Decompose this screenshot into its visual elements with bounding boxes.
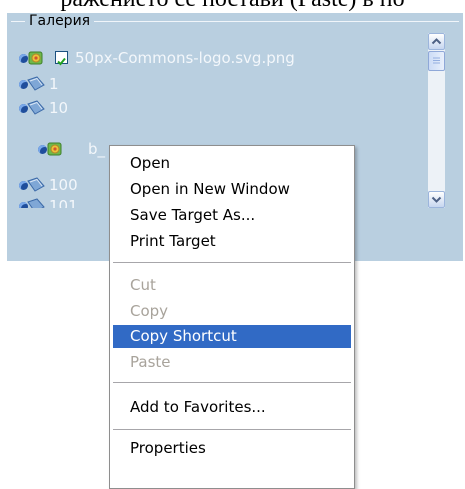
menu-item-add-to-favorites[interactable]: Add to Favorites... [113, 396, 351, 419]
menu-item-open-new-window[interactable]: Open in New Window [113, 178, 351, 201]
gallery-item[interactable]: 101 [19, 196, 109, 208]
chevron-down-icon [431, 196, 442, 203]
menu-item-copy-shortcut[interactable]: Copy Shortcut [113, 325, 351, 348]
gallery-item[interactable]: 10 [19, 98, 119, 120]
context-menu: Open Open in New Window Save Target As..… [109, 145, 355, 489]
gallery-item-label: 100 [49, 176, 78, 194]
scroll-thumb[interactable] [428, 51, 445, 71]
menu-separator [113, 262, 351, 263]
gallery-item-label: 10 [49, 99, 69, 117]
image-file-icon [47, 142, 62, 156]
gallery-item-label: b_ [88, 140, 106, 158]
menu-separator [113, 382, 351, 383]
menu-separator [113, 429, 351, 430]
folder-file-icon [27, 100, 45, 115]
menu-item-print-target[interactable]: Print Target [113, 230, 351, 253]
menu-item-open[interactable]: Open [113, 152, 351, 175]
gallery-item-label: 101 [49, 197, 78, 208]
checkmark-icon [57, 57, 66, 66]
gallery-item-label: 1 [49, 75, 59, 93]
scroll-down-button[interactable] [428, 191, 445, 208]
gallery-scrollbar[interactable] [428, 33, 445, 208]
gallery-item[interactable]: 1 [19, 74, 119, 96]
document-caption-line: ражението се постави (Paste) в по [0, 0, 465, 12]
gallery-item-label: 50px-Commons-logo.svg.png [75, 49, 295, 67]
menu-item-save-target-as[interactable]: Save Target As... [113, 204, 351, 227]
gallery-item[interactable]: 100 [19, 175, 109, 197]
gallery-item[interactable]: 50px-Commons-logo.svg.png [19, 48, 419, 70]
gallery-title: Галерия [25, 13, 95, 29]
folder-file-icon [27, 198, 45, 208]
image-file-icon [28, 51, 43, 65]
grip-icon [433, 57, 440, 64]
folder-file-icon [27, 177, 45, 192]
menu-item-cut: Cut [130, 276, 156, 294]
scroll-up-button[interactable] [428, 33, 445, 50]
menu-item-properties[interactable]: Properties [113, 437, 351, 460]
folder-file-icon [27, 76, 45, 91]
chevron-up-icon [431, 38, 442, 45]
item-checkbox[interactable] [55, 51, 68, 66]
menu-item-copy: Copy [130, 302, 169, 320]
menu-item-paste: Paste [130, 353, 171, 371]
gallery-item[interactable]: b_ [38, 139, 118, 161]
